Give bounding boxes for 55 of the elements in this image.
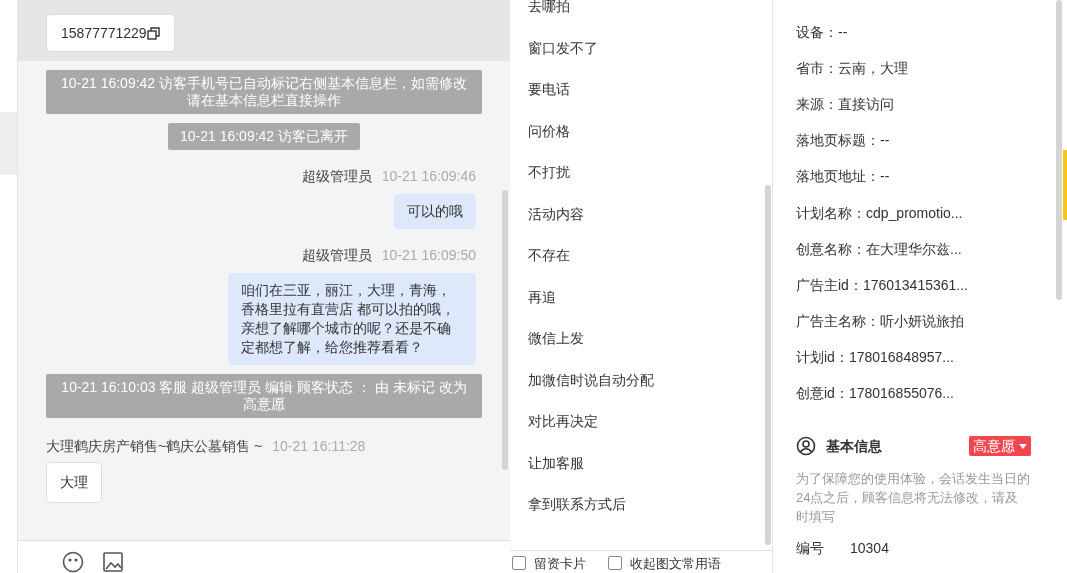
checkbox[interactable] xyxy=(608,556,622,571)
checkbox[interactable] xyxy=(512,556,526,571)
side-marker xyxy=(1063,150,1067,220)
copy-icon[interactable] xyxy=(146,26,160,40)
quick-reply-item[interactable]: 要电话 xyxy=(510,69,772,111)
quick-reply-item[interactable]: 让加客服 xyxy=(510,442,772,484)
emoji-icon[interactable] xyxy=(62,551,84,573)
option-label: 收起图文常用语 xyxy=(630,554,721,573)
info-field: 计划id：178016848957... xyxy=(796,339,1031,376)
image-icon[interactable] xyxy=(102,551,124,573)
info-note: 为了保障您的使用体验，会话发生当日的24点之后，顾客信息将无法修改，请及时填写 xyxy=(796,470,1031,527)
quick-reply-item[interactable]: 再追 xyxy=(510,276,772,318)
scrollbar[interactable] xyxy=(765,185,771,545)
quick-reply-item[interactable]: 不存在 xyxy=(510,235,772,277)
sender-name: 超级管理员 xyxy=(301,167,372,186)
section-title: 基本信息 xyxy=(826,436,882,456)
message-time: 10-21 16:09:50 xyxy=(381,246,476,265)
field-label: 编号 xyxy=(796,539,824,559)
option-label: 留资卡片 xyxy=(534,554,586,573)
system-notice: 10-21 16:09:42 访客手机号已自动标记右侧基本信息栏，如需修改请在基本信息栏直接操作 xyxy=(46,70,482,114)
scrollbar[interactable] xyxy=(1056,0,1062,300)
info-field: 落地页标题：-- xyxy=(796,122,1031,159)
system-notice: 10-21 16:10:03 客服 超级管理员 编辑 顾客状态 ： 由 未标记 改为高意愿 xyxy=(46,374,482,418)
quick-reply-item[interactable]: 去哪拍 xyxy=(510,0,772,28)
scrollbar[interactable] xyxy=(502,190,508,470)
quick-reply-item[interactable]: 问价格 xyxy=(510,110,772,152)
info-field: 来源：直接访问 xyxy=(796,86,1031,123)
quick-reply-item[interactable]: 窗口发不了 xyxy=(510,27,772,69)
info-field: 创意名称：在大理华尔兹... xyxy=(796,231,1031,268)
info-field: 省市：云南，大理 xyxy=(796,50,1031,87)
quick-reply-item[interactable]: 活动内容 xyxy=(510,193,772,235)
quick-reply-item[interactable]: 微信上发 xyxy=(510,318,772,360)
info-field: 广告主名称：听小妍说旅拍 xyxy=(796,303,1031,340)
message-time: 10-21 16:09:46 xyxy=(381,167,476,186)
message-bubble: 咱们在三亚，丽江，大理，青海，香格里拉有直营店 都可以拍的哦，亲想了解哪个城市的呢？还是不确定都想了解，给您推荐看看？ xyxy=(228,273,476,365)
message-bubble: 可以的哦 xyxy=(394,194,476,229)
info-field: 广告主id：176013415361... xyxy=(796,267,1031,304)
caret-icon xyxy=(1019,443,1027,449)
message-time: 10-21 16:11:28 xyxy=(272,437,366,456)
quick-reply-item[interactable]: 对比再决定 xyxy=(510,401,772,443)
info-field: 计划名称：cdp_promotio... xyxy=(796,194,1031,232)
info-field: 设备：-- xyxy=(796,14,1031,51)
sender-name: 大理鹤庆房产销售~鹤庆公墓销售 ~ xyxy=(46,437,263,456)
quick-reply-item[interactable]: 不打扰 xyxy=(510,152,772,194)
info-field: 创意id：178016855076... xyxy=(796,375,1031,413)
user-icon xyxy=(796,436,816,457)
system-notice: 10-21 16:09:42 访客已离开 xyxy=(167,123,361,150)
sender-name: 超级管理员 xyxy=(301,246,372,265)
info-field: 落地页地址：-- xyxy=(796,158,1031,195)
quick-reply-item[interactable]: 加微信时说自动分配 xyxy=(510,359,772,401)
quick-reply-item[interactable]: 拿到联系方式后 xyxy=(510,484,772,526)
field-value: 10304 xyxy=(850,539,889,559)
status-badge[interactable]: 高意愿 xyxy=(969,436,1031,457)
message-bubble: 大理 xyxy=(46,462,102,503)
phone-number: 15877771229 xyxy=(61,23,147,43)
